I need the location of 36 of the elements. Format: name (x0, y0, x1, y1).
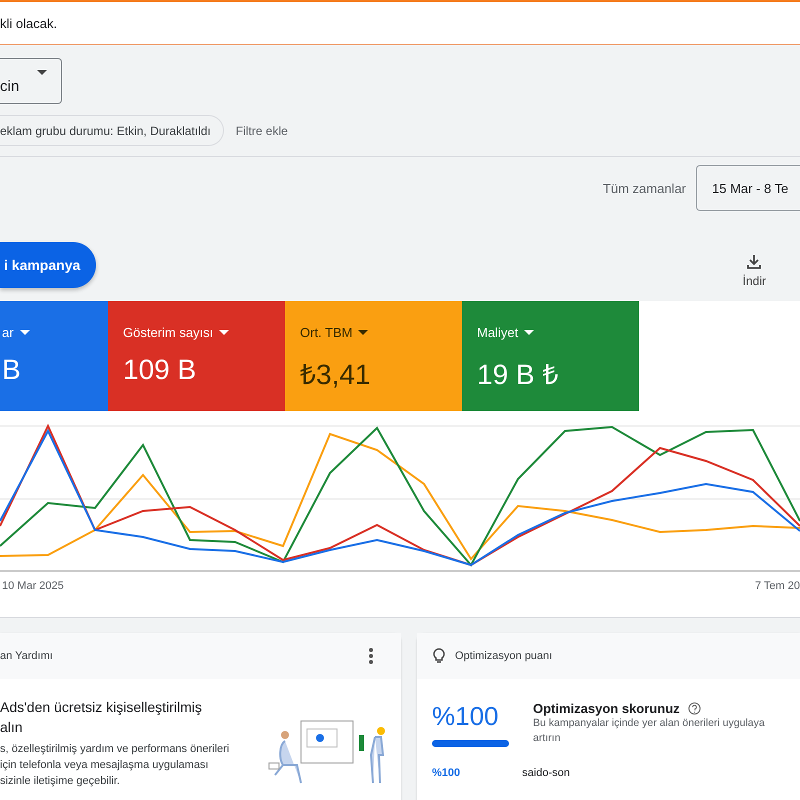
caret-icon (20, 330, 30, 335)
lightbulb-icon (433, 648, 445, 664)
caret-icon (358, 330, 368, 335)
metric-card[interactable]: Ort. TBM ₺3,41 (285, 301, 462, 411)
campaign-score: %100 (432, 767, 460, 779)
banner-text: kli olacak. (0, 16, 58, 30)
card-header-title: an Yardımı (0, 650, 53, 662)
help-icon[interactable] (688, 702, 701, 715)
card-text: için telefonla veya mesajlaşma uygulaması (0, 758, 210, 773)
card-text: Bu kampanyalar içinde yer alan önerileri uygulaya (533, 716, 765, 731)
caret-icon (524, 330, 534, 335)
download-icon (746, 254, 762, 270)
optimization-score: %100 (432, 701, 498, 731)
card-text: sizinle iletişime geçebilir. (0, 774, 121, 789)
axis-label: 7 Tem 20 (754, 580, 800, 592)
card-title: alın (0, 718, 24, 737)
metric-card[interactable]: ar B (0, 301, 108, 411)
metric-card[interactable]: Gösterim sayısı 109 B (108, 301, 285, 411)
campaign-dropdown[interactable]: cin (0, 58, 62, 104)
more-options-icon[interactable] (369, 648, 373, 664)
campaign-name: saido-son (522, 767, 570, 779)
metric-card[interactable]: Maliyet 19 B ₺ (462, 301, 639, 411)
card-title: Ads'den ücretsiz kişiselleştirilmiş (0, 698, 203, 717)
filter-chip[interactable]: eklam grubu durumu: Etkin, Duraklatıldı (0, 115, 224, 146)
caret-icon (37, 70, 47, 74)
new-campaign-button[interactable]: i kampanya (0, 242, 96, 288)
add-filter-link[interactable]: Filtre ekle (236, 124, 288, 138)
caret-icon (219, 330, 230, 335)
axis-label: 10 Mar 2025 (2, 580, 64, 592)
card-text: s, özelleştirilmiş yardım ve performans önerileri (0, 742, 230, 757)
card-text: artırın (533, 731, 562, 746)
card-header-title: Optimizasyon puanı (455, 650, 552, 662)
date-range-picker[interactable]: 15 Mar - 8 Te (696, 165, 800, 211)
date-range-label: Tüm zamanlar (602, 180, 686, 196)
download-button[interactable]: İndir (736, 253, 772, 289)
card-title: Optimizasyon skorunuz (533, 701, 680, 716)
